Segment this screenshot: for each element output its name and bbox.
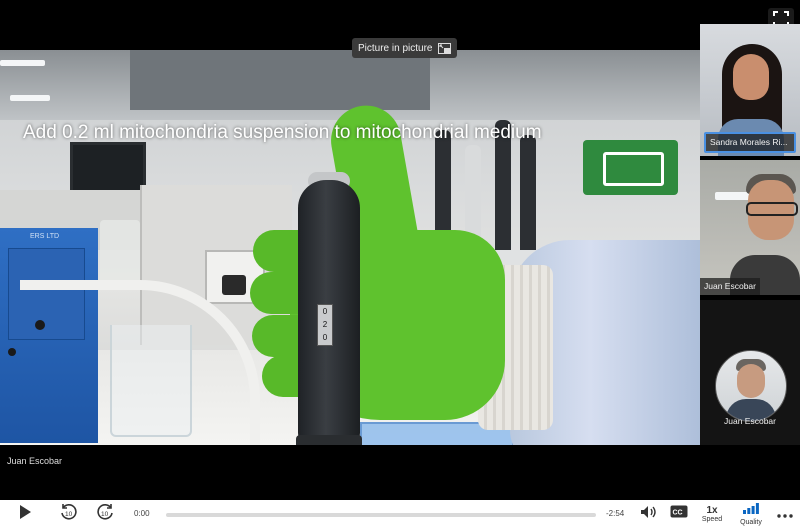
counter-digit: 0	[322, 333, 328, 342]
ceiling-light	[715, 192, 750, 200]
participant-name: Juan Escobar	[724, 416, 776, 426]
player-control-bar: 10 10 0:00 -2:54 CC 1x Speed Quality	[0, 500, 800, 528]
main-speaker-name: Juan Escobar	[7, 456, 63, 466]
first-aid-box	[583, 140, 678, 195]
counter-digit: 0	[322, 307, 328, 316]
video-caption: Add 0.2 ml mitochondria suspension to mi…	[23, 122, 542, 143]
svg-text:10: 10	[101, 511, 109, 518]
svg-text:10: 10	[65, 511, 73, 518]
participant-glasses	[746, 202, 798, 216]
speed-label: Speed	[701, 515, 723, 523]
participant-name: Juan Escobar	[700, 278, 760, 295]
participant-name: Sandra Morales Ri...	[704, 132, 796, 153]
machine-label: ERS LTD	[30, 233, 60, 240]
play-icon	[18, 504, 32, 525]
play-button[interactable]	[12, 500, 38, 528]
pipette-volume-counter: 0 2 0	[317, 304, 333, 346]
quality-button[interactable]: Quality	[735, 500, 767, 528]
main-video-feed[interactable]: ERS LTD 0 2 0 Add 0.2 ml mitochondria su…	[0, 50, 700, 445]
forward-10-button[interactable]: 10	[92, 500, 118, 528]
rack-pipette	[520, 135, 536, 260]
speed-button[interactable]: 1x Speed	[697, 500, 727, 528]
volume-button[interactable]	[638, 500, 660, 528]
participant-face	[733, 54, 769, 100]
counter-digit: 2	[322, 320, 328, 329]
rewind-10-button[interactable]: 10	[56, 500, 82, 528]
more-icon	[777, 505, 793, 523]
avatar	[715, 350, 787, 422]
current-time: 0:00	[134, 509, 150, 518]
progress-track[interactable]	[166, 513, 596, 517]
captions-button[interactable]: CC	[668, 500, 690, 528]
ceiling-light	[10, 95, 50, 101]
avatar-face	[737, 364, 765, 398]
ceiling-light	[0, 60, 45, 66]
more-options-button[interactable]	[774, 500, 796, 528]
picture-in-picture-label: Picture in picture	[358, 42, 433, 54]
picture-in-picture-icon	[438, 42, 452, 54]
pipette-ejector	[296, 435, 362, 445]
quality-label: Quality	[740, 519, 762, 526]
video-stage: ERS LTD 0 2 0 Add 0.2 ml mitochondria su…	[0, 0, 800, 500]
glass-beaker	[110, 325, 192, 437]
lab-shelf	[130, 50, 430, 110]
remaining-time: -2:54	[606, 509, 625, 518]
rewind-10-icon: 10	[59, 502, 79, 527]
volume-icon	[640, 505, 658, 524]
participant-tile-juan[interactable]: Juan Escobar	[700, 160, 800, 295]
quality-bars-icon	[743, 501, 759, 519]
closed-captions-icon: CC	[670, 505, 688, 523]
participant-tile-sandra[interactable]: Sandra Morales Ri...	[700, 24, 800, 156]
forward-10-icon: 10	[95, 502, 115, 527]
picture-in-picture-tooltip[interactable]: Picture in picture	[352, 38, 458, 58]
machine-knob	[8, 348, 16, 356]
speed-value: 1x	[706, 504, 718, 516]
socket-plug	[222, 275, 246, 295]
svg-text:CC: CC	[673, 510, 683, 517]
